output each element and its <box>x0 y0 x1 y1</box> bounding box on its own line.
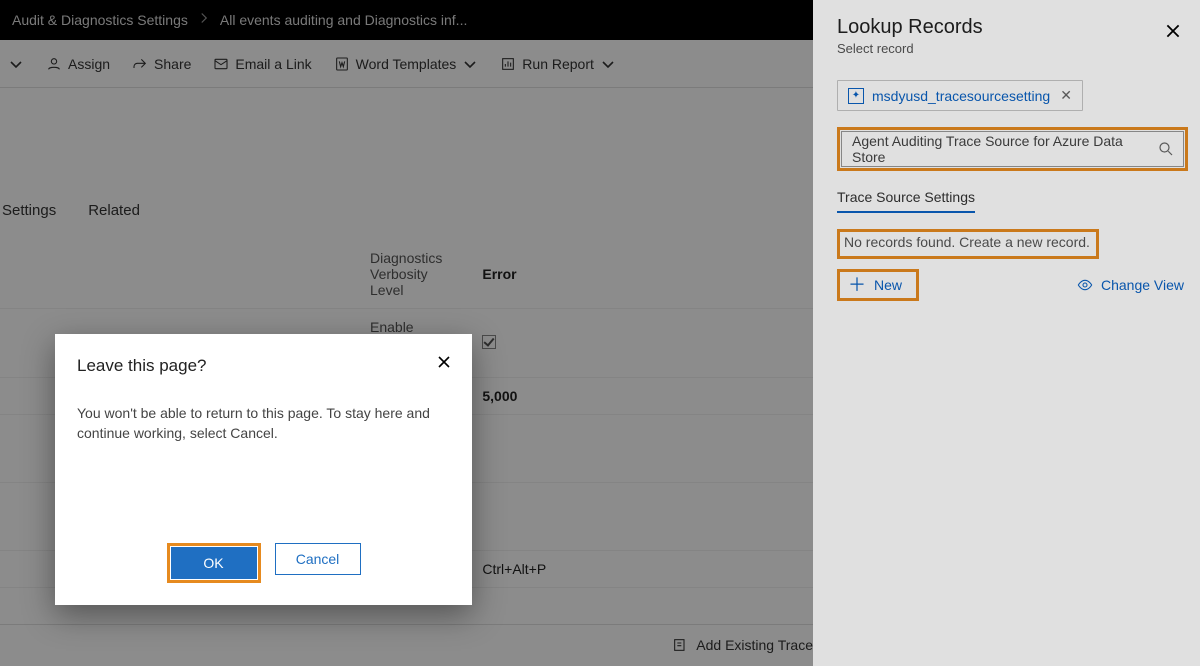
close-icon[interactable] <box>1164 22 1182 40</box>
entity-icon: ✦ <box>848 88 864 104</box>
highlight-message: No records found. Create a new record. <box>837 229 1099 259</box>
no-records-message: No records found. Create a new record. <box>844 234 1090 250</box>
remove-entity-icon[interactable]: ✕ <box>1060 87 1072 104</box>
new-label: New <box>874 277 902 293</box>
results-tab[interactable]: Trace Source Settings <box>837 189 975 213</box>
search-input[interactable]: Agent Auditing Trace Source for Azure Da… <box>841 131 1184 167</box>
close-icon[interactable] <box>436 354 452 370</box>
plus-icon: ＋ <box>848 276 866 294</box>
entity-chip[interactable]: ✦ msdyusd_tracesourcesetting ✕ <box>837 80 1083 111</box>
leave-page-dialog: Leave this page? You won't be able to re… <box>55 334 472 605</box>
cancel-button[interactable]: Cancel <box>275 543 361 575</box>
lookup-panel: Lookup Records Select record ✦ msdyusd_t… <box>813 0 1200 666</box>
new-button[interactable]: ＋ New <box>840 272 916 298</box>
search-value: Agent Auditing Trace Source for Azure Da… <box>852 133 1149 165</box>
entity-name: msdyusd_tracesourcesetting <box>872 88 1050 104</box>
highlight-ok: OK <box>167 543 261 583</box>
dialog-title: Leave this page? <box>77 356 450 376</box>
dialog-body: You won't be able to return to this page… <box>77 404 437 443</box>
panel-subtitle: Select record <box>837 41 1188 56</box>
highlight-search: Agent Auditing Trace Source for Azure Da… <box>837 127 1188 171</box>
highlight-new: ＋ New <box>837 269 919 301</box>
app-root: Audit & Diagnostics Settings All events … <box>0 0 1200 666</box>
change-view-label: Change View <box>1101 277 1184 293</box>
change-view-button[interactable]: Change View <box>1077 277 1184 293</box>
panel-title: Lookup Records <box>837 16 1188 39</box>
ok-button[interactable]: OK <box>171 547 257 579</box>
eye-icon <box>1077 277 1093 293</box>
search-icon[interactable] <box>1157 140 1175 158</box>
